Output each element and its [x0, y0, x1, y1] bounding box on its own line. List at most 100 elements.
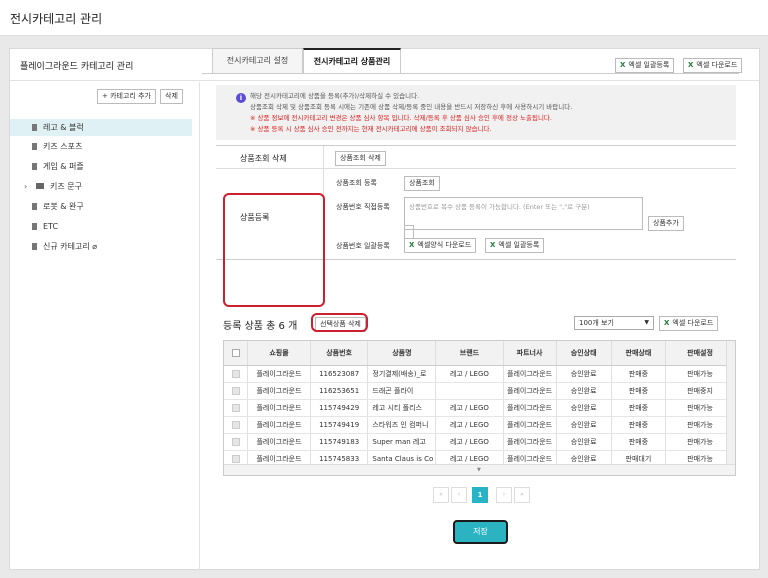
excel-download-button[interactable]: X 엑셀 다운로드: [683, 58, 743, 73]
prev-page-button[interactable]: ‹: [451, 487, 467, 503]
sidebar-item-lego[interactable]: 레고 & 블럭: [10, 119, 192, 136]
excel-bulk-register-button[interactable]: X 엑셀 일괄등록: [615, 58, 675, 73]
last-page-button[interactable]: »: [514, 487, 530, 503]
sidebar-item-etc[interactable]: ETC: [10, 218, 192, 235]
tab-category-settings[interactable]: 전시카테고리 설정: [212, 48, 303, 74]
page-size-select[interactable]: 100개 보기 ▼: [574, 316, 654, 330]
product-table: 쇼핑몰 상품번호 상품명 브랜드 파트너사 승인상태 판매상태 판매설정 플레이…: [223, 340, 736, 476]
table-cell: 판매가능: [665, 433, 735, 451]
table-cell: 레고 시티 폴리스: [367, 399, 437, 417]
delete-category-button[interactable]: 삭제: [160, 89, 183, 104]
table-cell: 판매중: [611, 399, 667, 417]
column-header: 상품번호: [310, 341, 369, 366]
list-excel-download-button[interactable]: X 엑셀 다운로드: [659, 316, 719, 331]
horizontal-scrollbar[interactable]: ▼: [224, 464, 735, 475]
column-header: 쇼핑몰: [247, 341, 311, 366]
list-title: 등록 상품 총 6 개: [223, 321, 298, 332]
sidebar-item-games[interactable]: 게임 & 퍼즐: [10, 158, 192, 175]
excel-icon: X: [409, 241, 415, 249]
notice-line: 상품조회 삭제 및 상품조회 등록 시에는 기존에 상품 삭제/등록 중인 내용…: [250, 103, 573, 111]
next-page-button[interactable]: ›: [496, 487, 512, 503]
excel-icon: X: [688, 61, 694, 69]
table-cell: 판매가능: [665, 399, 735, 417]
add-category-button[interactable]: + 카테고리 추가: [97, 89, 156, 104]
table-cell: 승인완료: [556, 365, 612, 383]
search-delete-button[interactable]: 상품조회 삭제: [335, 151, 386, 166]
search-button[interactable]: 상품조회: [404, 176, 440, 191]
add-product-button[interactable]: 상품추가: [648, 216, 684, 231]
product-number-textarea[interactable]: 상품번호로 복수 상품 등록이 가능합니다. (Enter 또는 ","로 구분…: [404, 197, 643, 230]
tab-divider: [202, 73, 739, 74]
chevron-right-icon[interactable]: ›: [24, 178, 32, 195]
chevron-down-icon: ▼: [644, 319, 649, 326]
document-icon: [32, 124, 37, 131]
table-cell: 플레이그라운드: [247, 433, 311, 451]
arrow-down-icon: ▼: [477, 467, 481, 473]
table-cell: 판매중: [611, 433, 667, 451]
tab-category-products[interactable]: 전시카테고리 상품관리: [303, 48, 401, 74]
search-register-label: 상품조회 등록: [336, 179, 377, 187]
table-cell: [435, 382, 504, 400]
table-cell: 플레이그라운드: [247, 399, 311, 417]
column-header: 브랜드: [435, 341, 504, 366]
table-cell: 플레이그라운드: [247, 382, 311, 400]
column-header: 파트너사: [503, 341, 557, 366]
direct-register-label: 상품번호 직접등록: [336, 203, 390, 211]
table-cell: 정기결제(배송)_로: [367, 365, 437, 383]
notice-warning: ※ 상품 등록 시 상품 심사 승인 전까지는 현재 전시카테고리에 상품이 조…: [250, 125, 492, 133]
document-icon: [32, 243, 37, 250]
table-cell: 116253651: [310, 382, 369, 400]
notice-box: i 해당 전시카테고리에 상품을 등록(추가)/삭제하실 수 있습니다. 상품조…: [216, 85, 736, 140]
row-checkbox[interactable]: [224, 365, 249, 383]
excel-icon: X: [620, 61, 626, 69]
first-page-button[interactable]: «: [433, 487, 449, 503]
table-cell: 플레이그라운드: [503, 399, 557, 417]
top-bar: 전시카테고리 관리: [0, 0, 768, 36]
table-row[interactable]: 플레이그라운드 116253651 드래곤 플라이 플레이그라운드 승인완료 판매중 판매중…: [224, 382, 735, 400]
folder-icon: [36, 183, 44, 189]
notice-warning: ※ 상품 정보에 전시카테고리 변경은 상품 심사 항목 입니다. 삭제/등록 …: [250, 114, 552, 122]
excel-icon: X: [664, 319, 670, 327]
sidebar-item-new-category[interactable]: 신규 카테고리 ⌀: [10, 238, 192, 255]
document-icon: [32, 143, 37, 150]
column-header: 승인상태: [556, 341, 612, 366]
bulk-register-button[interactable]: X 엑셀 일괄등록: [485, 238, 545, 253]
table-cell: 판매가능: [665, 365, 735, 383]
row-checkbox[interactable]: [224, 399, 249, 417]
document-icon: [32, 163, 37, 170]
card-title: 플레이그라운드 카테고리 관리: [20, 62, 134, 72]
sidebar-item-stationery[interactable]: › 키즈 문구: [10, 178, 192, 195]
save-button[interactable]: 저장: [453, 520, 508, 544]
page-button-current[interactable]: 1: [472, 487, 488, 503]
sidebar-item-kids-sports[interactable]: 키즈 스포츠: [10, 138, 192, 155]
table-row[interactable]: 플레이그라운드 115749419 스타워즈 인 컴퍼니 레고 / LEGO 플레이그라…: [224, 416, 735, 434]
table-cell: 플레이그라운드: [503, 365, 557, 383]
bulk-register-label: 상품번호 일괄등록: [336, 242, 390, 250]
table-row[interactable]: 플레이그라운드 115749429 레고 시티 폴리스 레고 / LEGO 플레이그라운…: [224, 399, 735, 417]
table-row[interactable]: 플레이그라운드 115749183 Super man 레고 레고 / LEGO 플레이…: [224, 433, 735, 451]
table-row[interactable]: 플레이그라운드 116523087 정기결제(배송)_로 레고 / LEGO 플레이그라…: [224, 365, 735, 383]
select-all-checkbox[interactable]: [224, 341, 249, 366]
table-cell: 115749429: [310, 399, 369, 417]
column-header: 판매설정: [665, 341, 735, 366]
row-checkbox[interactable]: [224, 382, 249, 400]
search-delete-label: 상품조회 삭제: [240, 154, 287, 163]
template-download-button[interactable]: X 엑셀양식 다운로드: [404, 238, 477, 253]
document-icon: [32, 223, 37, 230]
form-divider: [216, 168, 736, 169]
table-cell: 스타워즈 인 컴퍼니: [367, 416, 437, 434]
table-cell: 레고 / LEGO: [435, 365, 504, 383]
row-checkbox[interactable]: [224, 433, 249, 451]
sidebar-item-robots[interactable]: 로봇 & 완구: [10, 198, 192, 215]
highlight-box-form: [223, 193, 325, 307]
row-checkbox[interactable]: [224, 416, 249, 434]
notice-line: 해당 전시카테고리에 상품을 등록(추가)/삭제하실 수 있습니다.: [250, 92, 420, 100]
table-cell: 116523087: [310, 365, 369, 383]
table-cell: 판매중: [611, 416, 667, 434]
vertical-scrollbar[interactable]: [726, 341, 735, 475]
excel-icon: X: [490, 241, 496, 249]
table-cell: 승인완료: [556, 416, 612, 434]
table-header: 쇼핑몰 상품번호 상품명 브랜드 파트너사 승인상태 판매상태 판매설정: [224, 341, 735, 366]
table-cell: 승인완료: [556, 399, 612, 417]
table-cell: 플레이그라운드: [503, 382, 557, 400]
